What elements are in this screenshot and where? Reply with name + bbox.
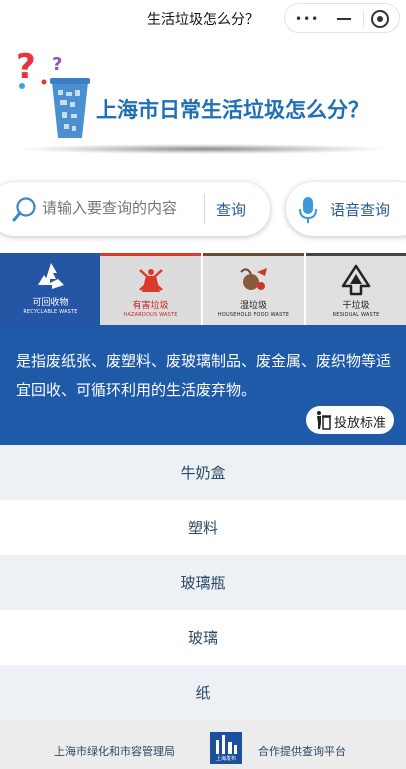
skyline-icon xyxy=(216,735,237,754)
recycle-icon xyxy=(37,263,64,289)
list-item[interactable]: 纸 xyxy=(0,665,406,720)
tab-hazardous[interactable]: 有害垃圾 HAZARDOUS WASTE xyxy=(100,253,201,325)
search-divider xyxy=(204,194,205,224)
tab-hazardous-label: 有害垃圾 xyxy=(132,301,169,311)
item-list: 牛奶盒 塑料 玻璃瓶 玻璃 纸 xyxy=(0,445,406,720)
disposal-standard-label: 投放标准 xyxy=(334,416,387,431)
tab-residual-label-en: RESIDUAL WASTE xyxy=(332,312,380,318)
footer-logo-text: 上海发布 xyxy=(215,756,236,762)
capsule-divider xyxy=(363,11,364,27)
trash-question-logo-icon: ? ? xyxy=(16,47,90,138)
list-item[interactable]: 塑料 xyxy=(0,500,406,555)
app-page: 生活垃圾怎么分？ ••• ? ? 上海市日常生活垃圾怎么分？ 请输入要查询的内容… xyxy=(0,0,406,769)
footer-authority-text: 上海市绿化和市容管理局 xyxy=(54,745,175,758)
banner-title: 上海市日常生活垃圾怎么分？ xyxy=(96,98,369,122)
food-waste-icon xyxy=(239,268,267,290)
microphone-icon xyxy=(299,197,317,223)
tab-recyclable[interactable]: 可回收物 RECYCLABLE WASTE xyxy=(0,253,101,325)
navigation-bar: 生活垃圾怎么分？ ••• xyxy=(0,0,406,36)
mini-program-capsule: ••• xyxy=(284,3,400,33)
tab-household-label-en: HOUSEHOLD FOOD WASTE xyxy=(217,312,290,318)
disposal-standard-button[interactable]: 投放标准 xyxy=(306,406,394,434)
footer-platform-text: 合作提供查询平台 xyxy=(258,745,346,758)
more-icon[interactable]: ••• xyxy=(295,13,319,25)
category-tabs: 可回收物 RECYCLABLE WASTE 有害垃圾 HAZARDOUS WAS… xyxy=(0,253,406,325)
residual-icon xyxy=(341,264,371,296)
hazardous-icon xyxy=(138,269,163,292)
search-icon xyxy=(12,197,36,222)
svg-text:?: ? xyxy=(52,54,62,75)
shanghai-release-logo[interactable]: 上海发布 xyxy=(210,732,242,764)
search-button[interactable]: 查询 xyxy=(216,199,246,220)
list-item[interactable]: 玻璃 xyxy=(0,610,406,665)
footer: 上海市绿化和市容管理局 上海发布 合作提供查询平台 xyxy=(0,720,406,769)
tab-residual-label: 干垃圾 xyxy=(342,301,370,311)
svg-text:?: ? xyxy=(16,47,36,87)
list-item[interactable]: 牛奶盒 xyxy=(0,445,406,500)
category-description: 是指废纸张、废塑料、废玻璃制品、废金属、废织物等适宜回收、可循环利用的生活废弃物… xyxy=(16,352,392,399)
list-item[interactable]: 玻璃瓶 xyxy=(0,555,406,610)
tab-hazardous-label-en: HAZARDOUS WASTE xyxy=(123,312,178,318)
minimize-icon[interactable] xyxy=(337,18,351,20)
tab-household-label: 湿垃圾 xyxy=(239,301,267,311)
tab-recyclable-label-en: RECYCLABLE WASTE xyxy=(23,309,78,315)
banner-shadow xyxy=(20,144,386,154)
voice-search-label: 语音查询 xyxy=(330,201,391,219)
voice-search-button[interactable]: 语音查询 xyxy=(286,182,406,236)
search-input[interactable] xyxy=(42,200,190,217)
tab-residual[interactable]: 干垃圾 RESIDUAL WASTE xyxy=(306,253,406,325)
banner: ? ? 上海市日常生活垃圾怎么分？ xyxy=(0,36,406,176)
close-icon[interactable] xyxy=(371,10,389,28)
trash-person-icon xyxy=(317,411,331,430)
tab-household[interactable]: 湿垃圾 HOUSEHOLD FOOD WASTE xyxy=(203,253,304,325)
search-bar[interactable]: 查询 xyxy=(0,182,270,236)
tab-recyclable-label: 可回收物 xyxy=(32,298,69,308)
category-description-panel: 是指废纸张、废塑料、废玻璃制品、废金属、废织物等适宜回收、可循环利用的生活废弃物… xyxy=(0,325,406,445)
